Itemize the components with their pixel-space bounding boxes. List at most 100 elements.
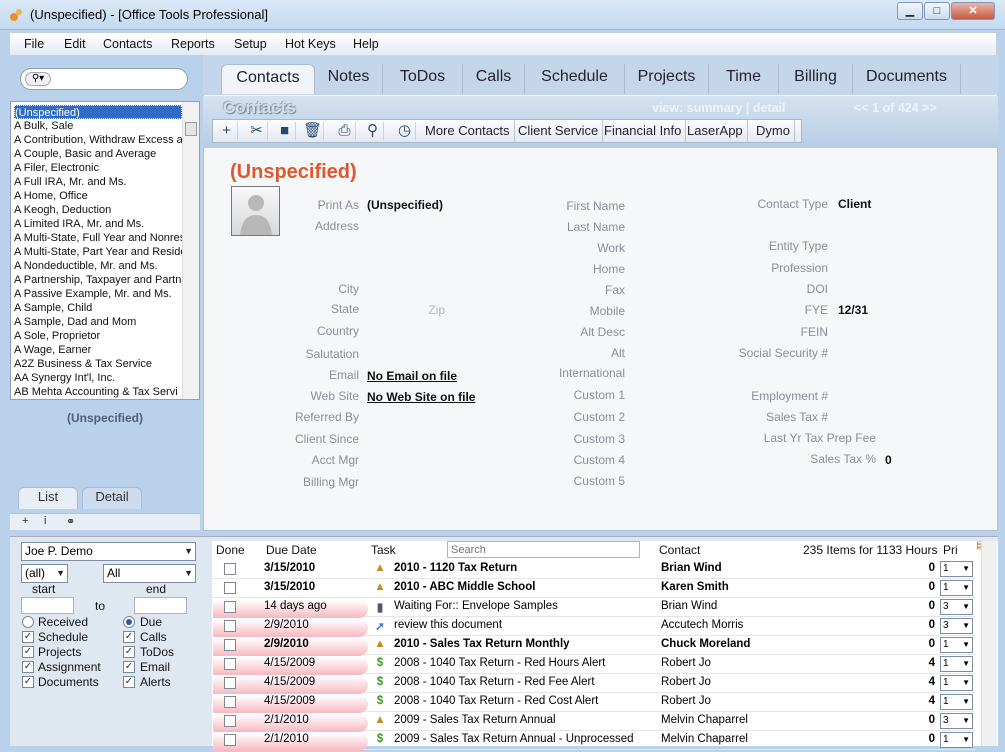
contact-cell[interactable]: Karen Smith bbox=[661, 581, 801, 593]
col-done-header[interactable]: Done bbox=[216, 543, 245, 557]
task-cell[interactable]: 2008 - 1040 Tax Return - Red Hours Alert bbox=[394, 657, 654, 669]
contact-cell[interactable]: Robert Jo bbox=[661, 695, 801, 707]
priority-select[interactable]: 3 ▼ bbox=[940, 599, 973, 615]
dymo-button[interactable]: Dymo bbox=[752, 120, 795, 142]
done-checkbox[interactable] bbox=[224, 563, 236, 575]
view-detail-link[interactable]: detail bbox=[753, 101, 786, 115]
scope-select[interactable]: (all) ▼ bbox=[21, 564, 68, 583]
table-row[interactable]: 4/15/2009 $2008 - 1040 Tax Return - Red H… bbox=[213, 655, 975, 675]
done-checkbox[interactable] bbox=[224, 620, 236, 632]
laserapp-button[interactable]: LaserApp bbox=[683, 120, 748, 142]
tab-calls[interactable]: Calls bbox=[463, 64, 525, 94]
table-row[interactable]: 2/1/2010 $2009 - Sales Tax Return Annual … bbox=[213, 731, 975, 751]
menu-edit[interactable]: Edit bbox=[64, 37, 86, 51]
due-radio[interactable] bbox=[123, 616, 135, 628]
list-item[interactable]: A Multi-State, Part Year and Reside bbox=[14, 245, 182, 259]
website-link[interactable]: No Web Site on file bbox=[367, 390, 475, 404]
priority-select[interactable]: 1 ▼ bbox=[940, 656, 973, 672]
menu-help[interactable]: Help bbox=[353, 37, 379, 51]
sales-tax-pct-value[interactable]: 0 bbox=[885, 453, 892, 467]
table-row[interactable]: 2/1/2010 ▲ 2009 - Sales Tax Return Annual M… bbox=[213, 712, 975, 732]
prev-record-button[interactable]: << bbox=[854, 101, 869, 115]
assignment-checkbox[interactable]: ✓ bbox=[22, 661, 34, 673]
table-row[interactable]: 2/9/2010 ▲ 2010 - Sales Tax Return Monthly… bbox=[213, 636, 975, 656]
menu-file[interactable]: File bbox=[24, 37, 44, 51]
todos-checkbox[interactable]: ✓ bbox=[123, 646, 135, 658]
table-row[interactable]: 4/15/2009 $2008 - 1040 Tax Return - Red C… bbox=[213, 693, 975, 713]
list-item[interactable]: A Sole, Proprietor bbox=[14, 329, 182, 343]
contact-list[interactable]: (Unspecified) A Bulk, Sale A Contributio… bbox=[10, 101, 200, 400]
table-row[interactable]: 3/15/2010 ▲ 2010 - ABC Middle School Karen … bbox=[213, 579, 975, 598]
tab-billing[interactable]: Billing bbox=[779, 64, 853, 94]
contact-cell[interactable]: Accutech Morris bbox=[661, 619, 801, 631]
tab-time[interactable]: Time bbox=[709, 64, 779, 94]
documents-checkbox[interactable]: ✓ bbox=[22, 676, 34, 688]
table-row[interactable]: 2/9/2010 ➚ review this document Accutech Mo… bbox=[213, 617, 975, 637]
done-checkbox[interactable] bbox=[224, 639, 236, 651]
list-item[interactable]: A Sample, Child bbox=[14, 301, 182, 315]
search-icon[interactable]: ⚲ bbox=[362, 122, 384, 140]
clock-icon[interactable]: ◷ bbox=[394, 122, 416, 140]
list-item[interactable]: A Home, Office bbox=[14, 189, 182, 203]
list-item[interactable]: A Couple, Basic and Average bbox=[14, 147, 182, 161]
priority-select[interactable]: 3 ▼ bbox=[940, 713, 973, 729]
list-item[interactable]: A Nondeductible, Mr. and Ms. bbox=[14, 259, 182, 273]
task-cell[interactable]: 2010 - 1120 Tax Return bbox=[394, 562, 654, 574]
col-task-header[interactable]: Task bbox=[371, 543, 396, 557]
contact-search-input[interactable]: ⚲▾ bbox=[20, 68, 188, 90]
contact-cell[interactable]: Robert Jo bbox=[661, 657, 801, 669]
priority-select[interactable]: 1 ▼ bbox=[940, 637, 973, 653]
tab-documents[interactable]: Documents bbox=[853, 64, 961, 94]
add-icon[interactable]: + bbox=[22, 515, 28, 527]
more-contacts-button[interactable]: More Contacts bbox=[421, 120, 515, 142]
done-checkbox[interactable] bbox=[224, 734, 236, 746]
task-search-input[interactable] bbox=[447, 541, 640, 558]
email-link[interactable]: No Email on file bbox=[367, 369, 457, 383]
save-icon[interactable]: ■ bbox=[274, 122, 296, 140]
task-cell[interactable]: 2010 - ABC Middle School bbox=[394, 581, 654, 593]
task-cell[interactable]: review this document bbox=[394, 619, 654, 631]
delete-icon[interactable]: 🗑 bbox=[302, 122, 324, 140]
list-item[interactable]: A Sample, Dad and Mom bbox=[14, 315, 182, 329]
start-date-input[interactable] bbox=[21, 597, 74, 614]
task-cell[interactable]: 2008 - 1040 Tax Return - Red Fee Alert bbox=[394, 676, 654, 688]
add-contact-icon[interactable]: + bbox=[216, 122, 238, 140]
grid-scrollbar[interactable] bbox=[981, 541, 997, 746]
priority-select[interactable]: 1 ▼ bbox=[940, 675, 973, 691]
scrollbar-thumb[interactable] bbox=[185, 122, 197, 136]
priority-select[interactable]: 1 ▼ bbox=[940, 694, 973, 710]
done-checkbox[interactable] bbox=[224, 715, 236, 727]
priority-select[interactable]: 1 ▼ bbox=[940, 580, 973, 596]
table-row[interactable]: 3/15/2010 ▲ 2010 - 1120 Tax Return Brian Wi… bbox=[213, 560, 975, 579]
financial-info-button[interactable]: Financial Info bbox=[600, 120, 687, 142]
tab-projects[interactable]: Projects bbox=[625, 64, 709, 94]
col-due-date-header[interactable]: Due Date bbox=[266, 543, 317, 557]
list-item[interactable]: A Keogh, Deduction bbox=[14, 203, 182, 217]
email-checkbox[interactable]: ✓ bbox=[123, 661, 135, 673]
search-icon[interactable]: ⚲▾ bbox=[25, 72, 51, 86]
list-item[interactable]: A Limited IRA, Mr. and Ms. bbox=[14, 217, 182, 231]
done-checkbox[interactable] bbox=[224, 696, 236, 708]
tab-notes[interactable]: Notes bbox=[315, 64, 383, 94]
done-checkbox[interactable] bbox=[224, 677, 236, 689]
done-checkbox[interactable] bbox=[224, 601, 236, 613]
received-radio[interactable] bbox=[22, 616, 34, 628]
task-cell[interactable]: 2010 - Sales Tax Return Monthly bbox=[394, 638, 654, 650]
menu-setup[interactable]: Setup bbox=[234, 37, 267, 51]
task-cell[interactable]: 2008 - 1040 Tax Return - Red Cost Alert bbox=[394, 695, 654, 707]
list-item[interactable]: A2Z Business & Tax Service bbox=[14, 357, 182, 371]
menu-hotkeys[interactable]: Hot Keys bbox=[285, 37, 336, 51]
priority-select[interactable]: 1 ▼ bbox=[940, 732, 973, 748]
list-item[interactable]: A Contribution, Withdraw Excess and bbox=[14, 133, 182, 147]
contact-cell[interactable]: Robert Jo bbox=[661, 676, 801, 688]
tab-schedule[interactable]: Schedule bbox=[525, 64, 625, 94]
client-service-button[interactable]: Client Service bbox=[514, 120, 604, 142]
contact-cell[interactable]: Chuck Moreland bbox=[661, 638, 801, 650]
task-cell[interactable]: 2009 - Sales Tax Return Annual - Unproce… bbox=[394, 733, 654, 745]
minimize-button[interactable]: ▁ bbox=[897, 2, 923, 20]
print-as-value[interactable]: (Unspecified) bbox=[367, 198, 443, 212]
schedule-checkbox[interactable]: ✓ bbox=[22, 631, 34, 643]
contact-cell[interactable]: Brian Wind bbox=[661, 600, 801, 612]
contact-cell[interactable]: Melvin Chaparrel bbox=[661, 733, 801, 745]
list-item[interactable]: AA Synergy Int'l, Inc. bbox=[14, 371, 182, 385]
